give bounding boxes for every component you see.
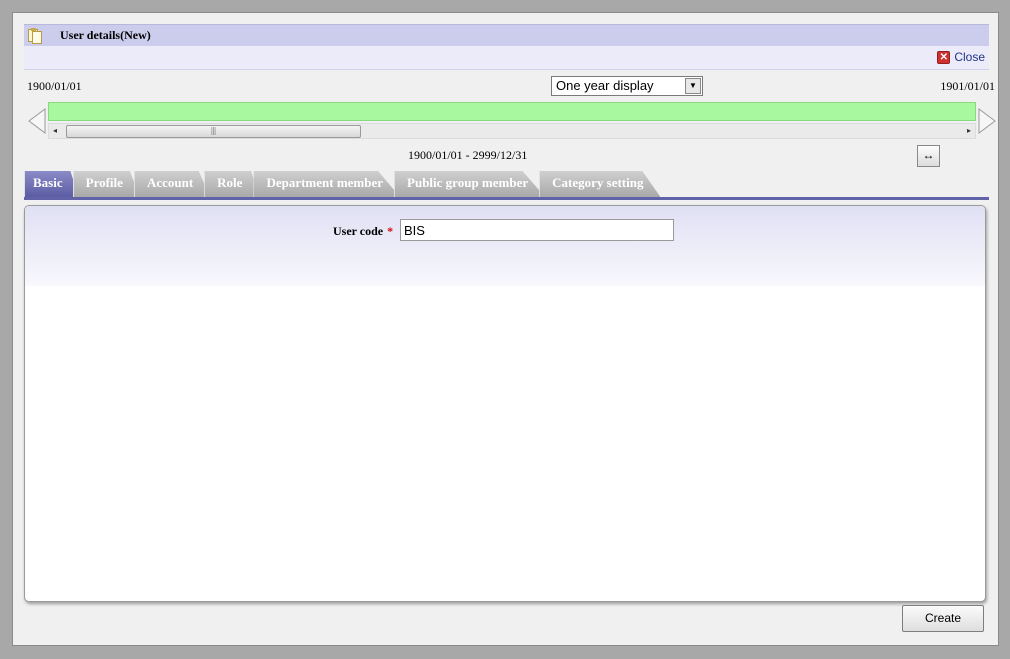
fit-width-button[interactable]: ↔ [917, 145, 940, 167]
basic-panel: User code * [24, 205, 986, 602]
tab-account[interactable]: Account [133, 171, 211, 197]
dialog-window: User details(New) ✕ Close 1900/01/01 One… [12, 12, 999, 646]
timeline-end-date: 1901/01/01 [940, 79, 995, 93]
user-code-label: User code * [333, 224, 393, 239]
chevron-left-icon[interactable] [27, 108, 47, 134]
create-button[interactable]: Create [902, 605, 984, 632]
close-button[interactable]: ✕ Close [937, 50, 985, 64]
required-mark: * [387, 224, 394, 238]
document-icon [28, 28, 42, 44]
tab-underline [24, 197, 989, 200]
close-bar: ✕ Close [24, 46, 989, 70]
user-code-label-text: User code [333, 224, 384, 238]
chevron-down-icon[interactable]: ▼ [685, 78, 701, 94]
tab-profile[interactable]: Profile [72, 171, 140, 197]
timeline-range: 1900/01/01 - 2999/12/31 [408, 148, 528, 162]
display-period-value: One year display [556, 78, 654, 93]
tab-basic[interactable]: Basic [24, 171, 79, 197]
display-period-select[interactable]: One year display ▼ [551, 76, 703, 96]
title-bar: User details(New) [24, 24, 989, 46]
timeline-scrollbar[interactable]: ◂ ||| ▸ [48, 123, 976, 139]
fit-width-icon: ↔ [922, 148, 935, 162]
scroll-thumb[interactable]: ||| [66, 125, 361, 138]
scroll-left-icon[interactable]: ◂ [53, 126, 57, 135]
timeline-bar[interactable] [48, 102, 976, 121]
scroll-right-icon[interactable]: ▸ [967, 126, 971, 135]
panel-header [25, 206, 985, 286]
tab-strip: Basic Profile Account Role Department me… [24, 171, 661, 197]
user-code-input[interactable] [400, 219, 674, 241]
tab-department-member[interactable]: Department member [253, 171, 401, 197]
close-icon: ✕ [937, 50, 951, 64]
tab-role[interactable]: Role [204, 171, 260, 197]
tab-public-group-member[interactable]: Public group member [394, 171, 546, 197]
tab-category-setting[interactable]: Category setting [539, 171, 661, 197]
close-label: Close [954, 50, 985, 64]
window-title: User details(New) [60, 28, 151, 42]
timeline-start-date: 1900/01/01 [27, 79, 82, 93]
chevron-right-icon[interactable] [977, 108, 997, 134]
